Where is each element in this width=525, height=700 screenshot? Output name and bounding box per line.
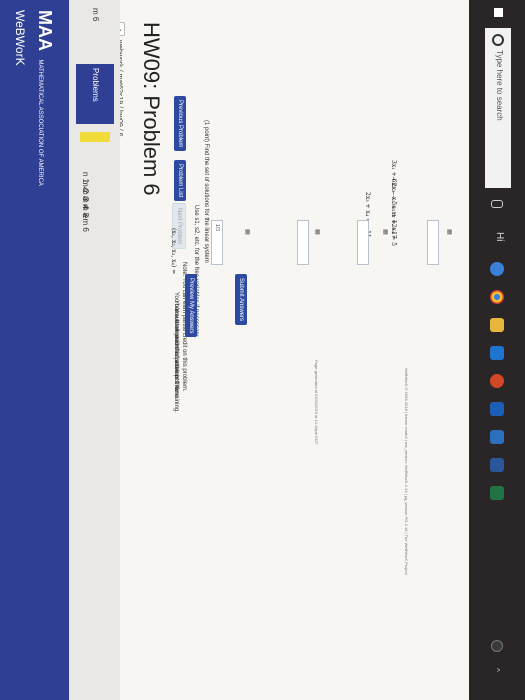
footer-line-2: WeBWorK © 1996-2018 | theme: math4 | ww_…	[404, 368, 409, 575]
answer-field-3[interactable]	[357, 220, 369, 265]
sidebar-item[interactable]: em 6	[81, 214, 90, 232]
equation-editor-icon[interactable]: ▦	[380, 226, 389, 238]
previous-problem-button[interactable]: Previous Problem	[174, 96, 186, 152]
header-bar: MAA MATHEMATICAL ASSOCIATION OF AMERICA …	[0, 0, 69, 700]
main-content: < webwork / mat62s19 / hw09 / 6 HW09: Pr…	[69, 0, 469, 700]
attempt-line-3: You have unlimited attempts remaining.	[173, 308, 179, 413]
photo-stage: Type here to search Hi ^ < webwork / mat…	[0, 0, 525, 700]
settings-icon[interactable]	[491, 640, 503, 652]
sidebar: Problems m 6 n 1 ✓ m 2 ✓ m 3 ✓ m 4 ✓ m 5…	[69, 0, 120, 700]
search-input[interactable]: Type here to search	[485, 28, 511, 188]
microphone-icon[interactable]	[491, 200, 503, 208]
answer-field-4[interactable]	[427, 220, 439, 265]
excel-icon[interactable]	[490, 486, 504, 500]
search-icon	[492, 34, 504, 46]
problem-list-button[interactable]: Problem List	[174, 160, 186, 202]
taskbar: Type here to search Hi ^	[469, 0, 525, 700]
search-placeholder: Type here to search	[495, 50, 504, 121]
problem-prompt: (1 point) Find the set of solutions for …	[203, 120, 209, 263]
screen: Type here to search Hi ^ < webwork / mat…	[0, 0, 525, 700]
store-icon[interactable]	[490, 346, 504, 360]
mail-icon[interactable]	[490, 430, 504, 444]
equation-editor-icon[interactable]: ▦	[242, 226, 251, 238]
page-title: HW09: Problem 6	[139, 22, 164, 196]
keyboard-label[interactable]: Hi	[494, 232, 505, 241]
footer-line-1: Page generated at 03/31/2019 at 12:18pm …	[314, 360, 319, 445]
app-name: WeBWorK	[13, 10, 27, 66]
equation-editor-icon[interactable]: ▦	[312, 226, 321, 238]
edge-icon[interactable]	[490, 262, 504, 276]
sidebar-item[interactable]: m 6	[91, 8, 100, 21]
answer-field-1[interactable]: 1/3	[211, 220, 223, 265]
answer-field-2[interactable]	[297, 220, 309, 265]
chrome-icon[interactable]	[490, 290, 504, 304]
windows-icon[interactable]	[494, 8, 503, 17]
maa-logo: MAA MATHEMATICAL ASSOCIATION OF AMERICA	[35, 10, 55, 186]
equation-2: − 2x₂ − 5x₃ + 12x₄ = 5	[390, 176, 397, 246]
answer-label: (x₁, x₂, x₃, x₄) =	[170, 228, 177, 275]
equation-editor-icon[interactable]: ▦	[444, 226, 453, 238]
submit-answers-button[interactable]: Submit Answers	[235, 274, 247, 326]
photos-icon[interactable]	[490, 402, 504, 416]
problems-heading: Problems	[76, 64, 114, 124]
folder-icon[interactable]	[490, 318, 504, 332]
word-icon[interactable]	[490, 458, 504, 472]
chevron-up-icon[interactable]: ^	[492, 668, 501, 672]
powerpoint-icon[interactable]	[490, 374, 504, 388]
progress-highlight	[80, 132, 110, 142]
preview-answers-button[interactable]: Preview My Answers	[185, 274, 197, 338]
